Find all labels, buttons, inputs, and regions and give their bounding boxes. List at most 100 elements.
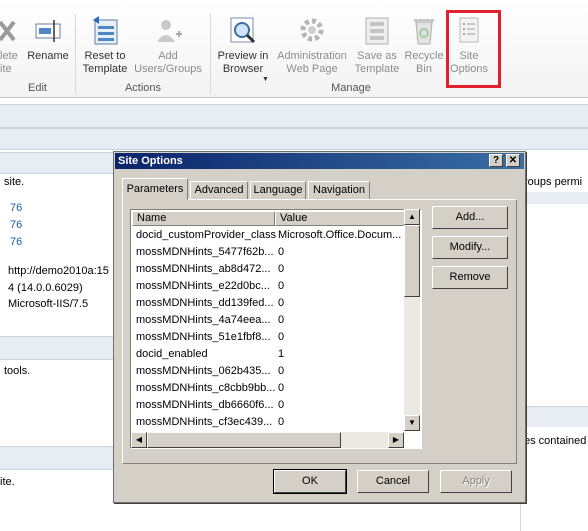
groups-permissions-text: roups permi: [524, 176, 583, 188]
add-users-groups-button[interactable]: Add Users/Groups: [132, 14, 204, 76]
save-template-label: Save as Template: [354, 50, 400, 75]
parameter-name: mossMDNHints_c8cbb9bb...: [136, 382, 276, 394]
files-contained-text: es contained: [524, 435, 587, 447]
scroll-left-icon[interactable]: ◀: [131, 432, 147, 448]
list-item[interactable]: mossMDNHints_062b435... 0: [136, 365, 406, 382]
tab-language[interactable]: Language: [250, 181, 306, 199]
parameters-list[interactable]: Name Value docid_customProvider_class Mic…: [130, 209, 422, 449]
tab-advanced[interactable]: Advanced: [190, 181, 248, 199]
parameter-name: mossMDNHints_cf3ec439...: [136, 416, 273, 428]
tab-parameters[interactable]: Parameters: [122, 178, 188, 200]
preview-in-browser-button[interactable]: Preview in Browser ▼: [214, 14, 272, 83]
dialog-title: Site Options: [118, 155, 183, 167]
rename-button[interactable]: Rename: [26, 14, 70, 63]
parameter-name: mossMDNHints_ab8d472...: [136, 263, 271, 275]
column-header-name[interactable]: Name: [132, 211, 275, 226]
recycle-bin-button[interactable]: Recycle Bin: [402, 14, 446, 76]
close-icon: ✕: [508, 155, 518, 166]
preview-label: Preview in Browser: [217, 50, 269, 75]
page-band: [0, 446, 113, 470]
save-template-icon: [365, 17, 389, 45]
scroll-down-icon[interactable]: ▼: [404, 415, 420, 431]
list-item[interactable]: mossMDNHints_c8cbb9bb... 0: [136, 382, 406, 399]
group-label-actions: Actions: [124, 82, 162, 94]
list-item[interactable]: mossMDNHints_dd139fed... 0: [136, 297, 406, 314]
parameter-value: 0: [278, 416, 285, 428]
parameter-value: 0: [278, 331, 285, 343]
page-band: [0, 104, 588, 128]
parameter-value: 0: [278, 314, 285, 326]
users-icon: [157, 20, 182, 42]
scroll-thumb[interactable]: [147, 432, 341, 448]
parameter-name: mossMDNHints_51e1fbf8...: [136, 331, 271, 343]
horizontal-scrollbar[interactable]: ◀ ▶: [131, 432, 404, 448]
parameter-value: 0: [278, 280, 285, 292]
parameter-name: docid_enabled: [136, 348, 208, 360]
vertical-scrollbar[interactable]: ▲ ▼: [404, 209, 420, 431]
parameter-value: 0: [278, 246, 285, 258]
parameter-value: 0: [278, 365, 285, 377]
ok-button[interactable]: OK: [273, 469, 347, 494]
parameter-name: mossMDNHints_e22d0bc...: [136, 280, 270, 292]
help-button[interactable]: ?: [489, 154, 503, 167]
delete-site-button[interactable]: lete ite: [0, 14, 20, 76]
list-item[interactable]: mossMDNHints_e22d0bc... 0: [136, 280, 406, 297]
list-item[interactable]: mossMDNHints_51e1fbf8... 0: [136, 331, 406, 348]
gear-icon: [300, 18, 324, 42]
parameter-name: mossMDNHints_4a74eea...: [136, 314, 271, 326]
list-item[interactable]: mossMDNHints_cf3ec439... 0: [136, 416, 406, 433]
version-text: 4 (14.0.0.6029): [8, 282, 83, 294]
list-header: Name Value: [132, 211, 405, 226]
parameter-value: 1: [278, 348, 285, 360]
tab-navigation[interactable]: Navigation: [308, 181, 370, 199]
tools-text: tools.: [4, 365, 31, 377]
site-options-dialog: Site Options ? ✕ Parameters Advanced Lan…: [113, 151, 526, 503]
parameter-value: Microsoft.Office.Docum...: [278, 229, 402, 241]
parameter-name: docid_customProvider_class: [136, 229, 276, 241]
group-label-manage: Manage: [331, 82, 371, 94]
modify-button[interactable]: Modify...: [432, 236, 508, 259]
scroll-thumb[interactable]: [404, 225, 420, 297]
page-band: [521, 406, 588, 427]
add-button[interactable]: Add...: [432, 206, 508, 229]
site-options-highlight: [446, 10, 501, 88]
parameter-value: 0: [278, 399, 285, 411]
recycle-label: Recycle Bin: [404, 50, 444, 75]
list-item[interactable]: mossMDNHints_4a74eea... 0: [136, 314, 406, 331]
list-item[interactable]: mossMDNHints_5477f62b... 0: [136, 246, 406, 263]
close-button[interactable]: ✕: [506, 154, 520, 167]
parameter-name: mossMDNHints_5477f62b...: [136, 246, 274, 258]
page-band: [0, 128, 588, 150]
parameter-name: mossMDNHints_db6660f6...: [136, 399, 274, 411]
scroll-up-icon[interactable]: ▲: [404, 209, 420, 225]
ribbon: lete ite Rename Reset to Template Add Us…: [0, 0, 588, 98]
page-band: [521, 192, 588, 204]
recycle-bin-icon: [414, 19, 434, 45]
link-76[interactable]: 76: [10, 219, 22, 231]
list-item[interactable]: docid_customProvider_class Microsoft.Offi…: [136, 229, 406, 246]
administration-web-page-button[interactable]: Administration Web Page: [272, 14, 352, 76]
ite-text: ite.: [0, 476, 15, 488]
group-label-edit: Edit: [28, 82, 47, 94]
reset-to-template-button[interactable]: Reset to Template: [78, 14, 132, 76]
link-76[interactable]: 76: [10, 236, 22, 248]
parameter-name: mossMDNHints_dd139fed...: [136, 297, 274, 309]
column-header-value[interactable]: Value: [275, 211, 405, 226]
url-text: http://demo2010a:15: [8, 265, 109, 277]
list-item[interactable]: docid_enabled 1: [136, 348, 406, 365]
parameter-value: 0: [278, 382, 285, 394]
reset-label: Reset to Template: [82, 50, 128, 75]
scroll-right-icon[interactable]: ▶: [388, 432, 404, 448]
server-text: Microsoft-IIS/7.5: [8, 298, 89, 310]
site-text: site.: [4, 176, 25, 188]
remove-button[interactable]: Remove: [432, 266, 508, 289]
page-band: [0, 336, 113, 360]
save-as-template-button[interactable]: Save as Template: [354, 14, 400, 76]
link-76[interactable]: 76: [10, 202, 22, 214]
list-item[interactable]: mossMDNHints_db6660f6... 0: [136, 399, 406, 416]
list-item[interactable]: mossMDNHints_ab8d472... 0: [136, 263, 406, 280]
parameter-value: 0: [278, 297, 285, 309]
reset-template-icon: [93, 16, 118, 45]
cancel-button[interactable]: Cancel: [357, 470, 429, 493]
apply-button[interactable]: Apply: [440, 470, 512, 493]
